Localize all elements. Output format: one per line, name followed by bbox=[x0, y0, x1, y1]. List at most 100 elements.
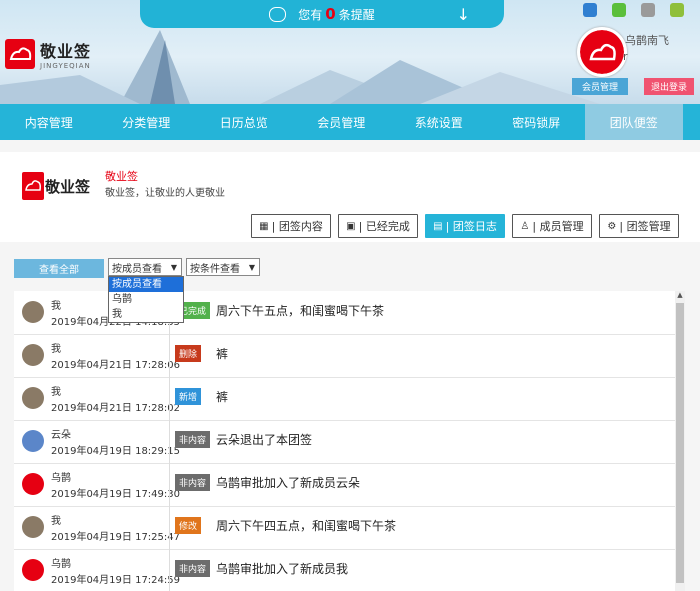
user-icon: ♙ bbox=[520, 220, 530, 232]
member-manage-button[interactable]: 会员管理 bbox=[572, 78, 628, 95]
reminder-bar[interactable]: 您有 0 条提醒 ↓ bbox=[140, 0, 504, 28]
log-message: 云朵退出了本团签 bbox=[216, 433, 313, 447]
divider bbox=[169, 463, 170, 506]
log-row[interactable]: 我 2019年04月21日 17:28:02 新增裤 bbox=[14, 377, 684, 421]
scroll-up-icon[interactable]: ▲ bbox=[675, 291, 685, 301]
divider bbox=[169, 420, 170, 463]
notice-suffix: 条提醒 bbox=[338, 7, 375, 22]
brand-logo-text: 敬业签 bbox=[45, 178, 91, 196]
log-time: 2019年04月19日 17:25:47 bbox=[51, 532, 180, 543]
log-author: 我 bbox=[51, 344, 61, 355]
log-tag: 非内容 bbox=[175, 474, 211, 491]
logo-icon bbox=[5, 39, 35, 69]
log-time: 2019年04月19日 18:29:15 bbox=[51, 446, 180, 457]
message-icon bbox=[269, 6, 287, 22]
nav-item-settings[interactable]: 系统设置 bbox=[390, 104, 488, 140]
log-message: 周六下午四五点，和闺蜜喝下午茶 bbox=[216, 519, 397, 533]
notice-prefix: 您有 bbox=[298, 7, 323, 22]
log-tag: 删除 bbox=[175, 345, 202, 362]
ie-icon[interactable] bbox=[583, 3, 597, 17]
nav-item-member[interactable]: 会员管理 bbox=[293, 104, 391, 140]
log-row[interactable]: 乌鹊 2019年04月19日 17:49:30 非内容 乌鹊审批加入了新成员云朵 bbox=[14, 463, 684, 507]
log-tag: 非内容 bbox=[175, 431, 211, 448]
log-message: 裤 bbox=[216, 390, 229, 404]
app-logo[interactable]: 敬业签 JINGYEQIAN bbox=[5, 38, 91, 70]
user-account: r bbox=[623, 50, 628, 63]
completed-button[interactable]: ▣ | 已经完成 bbox=[338, 214, 418, 238]
avatar bbox=[22, 473, 44, 495]
nav-item-category[interactable]: 分类管理 bbox=[98, 104, 196, 140]
brand-logo: 敬业签 bbox=[22, 172, 90, 200]
nav-item-lock[interactable]: 密码锁屏 bbox=[488, 104, 586, 140]
log-row[interactable]: 我 2019年04月19日 17:25:47 修改 周六下午四五点，和闺蜜喝下午茶 bbox=[14, 506, 684, 550]
image-icon: ▤ bbox=[433, 220, 443, 232]
log-author: 乌鹊 bbox=[51, 473, 71, 484]
team-log-button[interactable]: ▤ | 团签日志 bbox=[425, 214, 505, 238]
log-tag: 新增 bbox=[175, 388, 202, 405]
avatar bbox=[22, 430, 44, 452]
log-list: 我2019年04月22日 14:18:35已完成周六下午五点，和闺蜜喝下午茶我2… bbox=[14, 291, 684, 591]
divider bbox=[169, 377, 170, 420]
log-row[interactable]: 云朵 2019年04月19日 18:29:15 非内容 云朵退出了本团签 bbox=[14, 420, 684, 464]
brand-title: 敬业签 bbox=[105, 170, 138, 183]
log-message: 裤 bbox=[216, 347, 229, 361]
member-manage-tab-button[interactable]: ♙ | 成员管理 bbox=[512, 214, 592, 238]
scrollbar[interactable]: ▲ bbox=[675, 291, 685, 591]
log-author: 我 bbox=[51, 516, 61, 527]
log-tag: 修改 bbox=[175, 517, 202, 534]
condition-select[interactable]: 按条件查看 ▼ bbox=[186, 258, 260, 276]
dropdown-option[interactable]: 按成员查看 bbox=[109, 277, 183, 292]
log-row[interactable]: 乌鹊 2019年04月19日 17:24:59 非内容 乌鹊审批加入了新成员我 bbox=[14, 549, 684, 591]
windows-icon[interactable] bbox=[612, 3, 626, 17]
avatar bbox=[22, 344, 44, 366]
team-manage-button[interactable]: ⚙ | 团签管理 bbox=[599, 214, 679, 238]
log-time: 2019年04月19日 17:24:59 bbox=[51, 575, 180, 586]
log-author: 我 bbox=[51, 387, 61, 398]
log-message: 乌鹊审批加入了新成员云朵 bbox=[216, 476, 361, 490]
avatar bbox=[22, 301, 44, 323]
logo-title: 敬业签 bbox=[40, 42, 92, 61]
divider bbox=[169, 506, 170, 549]
log-time: 2019年04月21日 17:28:02 bbox=[51, 403, 180, 414]
divider bbox=[169, 334, 170, 377]
dropdown-option[interactable]: 我 bbox=[109, 307, 183, 322]
log-message: 乌鹊审批加入了新成员我 bbox=[216, 562, 349, 576]
nav-item-calendar[interactable]: 日历总览 bbox=[195, 104, 293, 140]
log-author: 云朵 bbox=[51, 430, 71, 441]
team-content-button[interactable]: ▦ | 团签内容 bbox=[251, 214, 331, 238]
log-row[interactable]: 我 2019年04月21日 17:28:06 删除裤 bbox=[14, 334, 684, 378]
notice-count: 0 bbox=[325, 5, 336, 23]
avatar bbox=[22, 516, 44, 538]
user-name: 乌鹊南飞 bbox=[625, 34, 669, 47]
apple-icon[interactable] bbox=[641, 3, 655, 17]
gear-icon: ⚙ bbox=[607, 220, 617, 232]
log-time: 2019年04月19日 17:49:30 bbox=[51, 489, 180, 500]
chevron-down-icon: ▼ bbox=[170, 262, 177, 272]
member-dropdown: 按成员查看 乌鹊 我 bbox=[108, 276, 184, 323]
log-message: 周六下午五点，和闺蜜喝下午茶 bbox=[216, 304, 385, 318]
log-tag: 非内容 bbox=[175, 560, 211, 577]
log-author: 我 bbox=[51, 301, 61, 312]
avatar bbox=[22, 559, 44, 581]
log-author: 乌鹊 bbox=[51, 559, 71, 570]
box-icon: ▣ bbox=[346, 220, 356, 232]
brand-desc: 敬业签，让敬业的人更敬业 bbox=[105, 188, 225, 199]
main-nav: 内容管理 分类管理 日历总览 会员管理 系统设置 密码锁屏 团队便签 bbox=[0, 104, 700, 140]
arrow-down-icon[interactable]: ↓ bbox=[457, 5, 470, 24]
logo-subtitle: JINGYEQIAN bbox=[40, 62, 91, 70]
logout-button[interactable]: 退出登录 bbox=[644, 78, 694, 95]
avatar bbox=[22, 387, 44, 409]
view-all-button[interactable]: 查看全部 bbox=[14, 259, 104, 278]
divider bbox=[169, 549, 170, 591]
user-avatar[interactable] bbox=[577, 27, 627, 77]
header-banner: 您有 0 条提醒 ↓ 敬业签 JINGYEQIAN 乌鹊南飞 r 会员管理 退出… bbox=[0, 0, 700, 104]
android-icon[interactable] bbox=[670, 3, 684, 17]
nav-item-team[interactable]: 团队便签 bbox=[585, 104, 683, 140]
member-select[interactable]: 按成员查看 ▼ bbox=[108, 258, 182, 276]
nav-item-content[interactable]: 内容管理 bbox=[0, 104, 98, 140]
grid-icon: ▦ bbox=[259, 220, 269, 232]
dropdown-option[interactable]: 乌鹊 bbox=[109, 292, 183, 307]
platform-icons bbox=[583, 3, 684, 17]
scrollbar-thumb[interactable] bbox=[676, 303, 684, 583]
log-time: 2019年04月21日 17:28:06 bbox=[51, 360, 180, 371]
